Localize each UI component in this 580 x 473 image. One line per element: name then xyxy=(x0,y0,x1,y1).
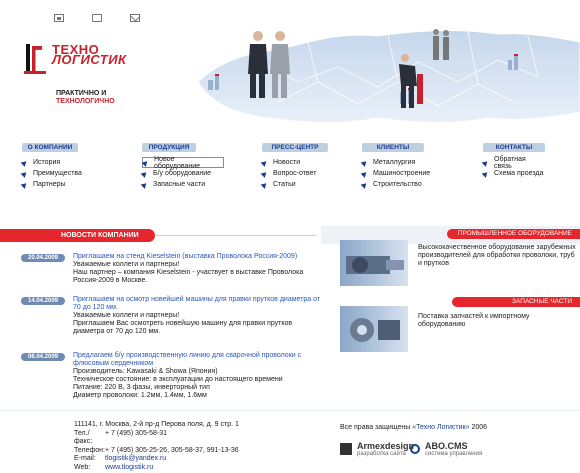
nav-col-contacts: КОНТАКТЫ Обратная связь Схема проезда xyxy=(481,143,545,191)
spare-parts-image[interactable] xyxy=(340,306,408,352)
nav-item-partners[interactable]: Партнеры xyxy=(20,179,78,190)
industrial-equipment-text: Высококачественное оборудование зарубежн… xyxy=(418,244,576,267)
contact-phone-fax-label: Тел./факс: xyxy=(74,429,93,446)
contact-phone: + 7 (495) 305-25-26, 305-58-37, 991-13-3… xyxy=(105,446,239,454)
nav-header-clients[interactable]: КЛИЕНТЫ xyxy=(362,143,424,152)
nav-header-company[interactable]: О КОМПАНИИ xyxy=(22,143,78,152)
engineer-image xyxy=(399,54,423,108)
footer-divider xyxy=(0,410,580,411)
nav-item-metallurgy[interactable]: Металлургия xyxy=(360,157,424,168)
nav-item-advantages[interactable]: Преимущества xyxy=(20,168,82,179)
logo-line2: ЛОГИСТИК xyxy=(52,52,127,67)
industrial-equipment-header[interactable]: ПРОМЫШЛЕННОЕ ОБОРУДОВАНИЕ xyxy=(447,229,580,239)
news-text: Уважаемые коллеги и партнеры! Приглашаем… xyxy=(73,312,293,335)
abocms-logo-icon xyxy=(410,444,420,454)
nav-item-new-equipment[interactable]: Новое оборудование xyxy=(141,156,224,170)
contact-web-link[interactable]: www.tlogistik.ru xyxy=(105,464,153,473)
nav-item-spare-parts[interactable]: Запасные части xyxy=(140,179,224,190)
slogan-line1: ПРАКТИЧНО И xyxy=(56,90,107,97)
news-divider xyxy=(156,235,316,236)
nav-item-machinery[interactable]: Машиностроение xyxy=(360,168,430,179)
nav-header-press[interactable]: ПРЕСС-ЦЕНТР xyxy=(262,143,328,152)
nav-item-construction[interactable]: Строительство xyxy=(360,179,424,190)
news-date: 06.04.2009 xyxy=(21,353,65,361)
copyright-link[interactable]: «Техно Логистик» xyxy=(412,424,469,431)
contacts-block: 111141, г. Москва, 2-й пр-д Перова поля,… xyxy=(74,421,254,472)
nav-item-news[interactable]: Новости xyxy=(260,157,328,168)
news-title-link[interactable]: Приглашаем на стенд Kieselstein (выставк… xyxy=(73,253,323,261)
nav-header-products[interactable]: ПРОДУКЦИЯ xyxy=(142,143,196,152)
nav-col-press: ПРЕСС-ЦЕНТР Новости Вопрос-ответ Статьи xyxy=(260,143,328,191)
nav-header-contacts[interactable]: КОНТАКТЫ xyxy=(483,143,545,152)
contact-phone-label: Телефон: xyxy=(74,446,105,454)
spare-parts-header[interactable]: ЗАПАСНЫЕ ЧАСТИ xyxy=(452,297,580,307)
contact-email-link[interactable]: tlogistik@yandex.ru xyxy=(105,455,166,464)
news-text: Уважаемые коллеги и партнеры! Наш партне… xyxy=(73,261,304,284)
partner-abocms[interactable]: ABO.CMS система управления xyxy=(410,441,482,457)
nav-item-articles[interactable]: Статьи xyxy=(260,179,328,190)
slogan: ПРАКТИЧНО И ТЕХНОЛОГИЧНО xyxy=(56,90,115,106)
copyright: Все права защищены «Техно Логистик» 2006 xyxy=(340,424,488,431)
nav-item-history[interactable]: История xyxy=(20,157,78,168)
nav-item-used-equipment[interactable]: Б/у оборудование xyxy=(140,168,224,179)
sitemap-icon[interactable] xyxy=(92,14,102,22)
nav-item-faq[interactable]: Вопрос-ответ xyxy=(260,168,328,179)
news-header: НОВОСТИ КОМПАНИИ xyxy=(0,229,155,242)
contact-phone-fax: + 7 (495) 305-58-31 xyxy=(105,429,168,437)
nav-item-directions[interactable]: Схема проезда xyxy=(481,168,545,179)
nav-item-feedback[interactable]: Обратная связь xyxy=(481,156,545,170)
mail-icon[interactable] xyxy=(130,14,140,22)
news-date: 20.04.2009 xyxy=(21,254,65,262)
business-people-image xyxy=(248,31,290,98)
contact-web-label: Web: xyxy=(74,463,91,471)
home-icon[interactable] xyxy=(54,14,64,22)
industrial-equipment-image[interactable] xyxy=(340,240,408,286)
contact-email-label: E-mail: xyxy=(74,455,96,462)
logo-mark[interactable] xyxy=(23,42,47,76)
news-text: Производитель: Kawasaki & Showa (Япония)… xyxy=(73,368,283,399)
walking-people-image xyxy=(433,29,449,60)
armexdesign-logo-icon xyxy=(340,443,352,455)
top-icons xyxy=(54,14,140,22)
nav-col-clients: КЛИЕНТЫ Металлургия Машиностроение Строи… xyxy=(360,143,430,191)
spare-parts-text: Поставка запчастей к импортному оборудов… xyxy=(418,313,530,328)
news-title-link[interactable]: Предлагаем б/у производственную линию дл… xyxy=(73,352,323,368)
logo-text[interactable]: ТЕХНО ЛОГИСТИК xyxy=(52,43,127,67)
news-date: 14.04.2009 xyxy=(21,297,65,305)
contact-address: 111141, г. Москва, 2-й пр-д Перова поля,… xyxy=(74,421,239,428)
nav-col-products: ПРОДУКЦИЯ Новое оборудование Б/у оборудо… xyxy=(140,143,224,191)
slogan-line2: ТЕХНОЛОГИЧНО xyxy=(56,98,115,105)
partner-armexdesign[interactable]: Armexdesign разработка сайта xyxy=(340,441,414,457)
news-title-link[interactable]: Приглашаем на осмотр новейшей машины для… xyxy=(73,296,323,312)
nav-col-company: О КОМПАНИИ История Преимущества Партнеры xyxy=(20,143,82,191)
